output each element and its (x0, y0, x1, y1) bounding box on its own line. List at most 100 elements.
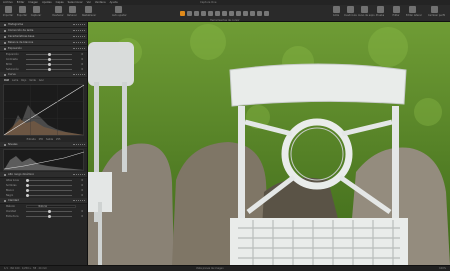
curve-graph[interactable] (3, 84, 85, 136)
highlights-slider[interactable] (26, 179, 72, 182)
reset-button[interactable]: Restablecer (82, 6, 96, 17)
tab-blue[interactable]: Azul (39, 79, 44, 82)
redo-button[interactable]: Rehacer (66, 6, 78, 17)
exposure-warning-button[interactable]: Aviso de expo. (358, 6, 375, 17)
zoom-level[interactable]: 100% (439, 267, 446, 270)
white-value[interactable]: 0 (82, 189, 83, 192)
levels-graph[interactable] (3, 150, 85, 170)
contrast-value[interactable]: 0 (82, 58, 83, 61)
spot-tool-icon[interactable] (215, 11, 220, 16)
slider-knob[interactable] (48, 215, 51, 218)
keystone-tool-icon[interactable] (208, 11, 213, 16)
section-curve-label: Curva (8, 73, 16, 76)
guides-button[interactable]: Cuadrícula (344, 6, 357, 17)
clarity-value[interactable]: 0 (82, 210, 83, 213)
slider-knob[interactable] (26, 189, 29, 192)
section-curve[interactable]: Curva (0, 72, 87, 78)
saturation-slider[interactable] (26, 68, 72, 71)
eraser-tool-icon[interactable] (229, 11, 234, 16)
curve-editor[interactable] (3, 84, 85, 136)
crop-tool-icon[interactable] (194, 11, 199, 16)
section-levels-label: Niveles (8, 143, 18, 146)
structure-slider[interactable] (26, 215, 72, 218)
section-options-icon[interactable] (73, 42, 85, 44)
slider-knob[interactable] (48, 53, 51, 56)
slider-knob[interactable] (48, 210, 51, 213)
section-options-icon[interactable] (73, 36, 85, 38)
curve-input-value[interactable]: 255 (39, 138, 43, 141)
edit-label: Editar (392, 14, 400, 17)
section-options-icon[interactable] (73, 174, 85, 176)
black-value[interactable]: 0 (82, 194, 83, 197)
black-slider[interactable] (26, 194, 72, 197)
curve-input-label: Entrada (26, 138, 36, 141)
brush-tool-icon[interactable] (222, 11, 227, 16)
profile-icon (430, 6, 438, 13)
highlights-value[interactable]: 0 (82, 179, 83, 182)
grid-button[interactable]: Grilla (330, 6, 342, 17)
shadows-slider[interactable] (26, 184, 72, 187)
white-label: Blanco (6, 189, 15, 192)
profile-button[interactable]: Cambiar perfil (428, 6, 445, 17)
auto-adjust-icon (114, 6, 122, 13)
structure-label: Estructura (6, 215, 19, 218)
edit-button[interactable]: Editar (390, 6, 402, 17)
section-options-icon[interactable] (73, 74, 85, 76)
tab-green[interactable]: Verde (29, 79, 36, 82)
slider-knob[interactable] (48, 58, 51, 61)
pan-tool-icon[interactable] (180, 11, 185, 16)
saturation-value[interactable]: 0 (82, 68, 83, 71)
section-options-icon[interactable] (73, 24, 85, 26)
method-value[interactable]: Natural (39, 205, 47, 208)
slider-knob[interactable] (26, 179, 29, 182)
section-options-icon[interactable] (73, 200, 85, 202)
annotate-tool-icon[interactable] (250, 11, 255, 16)
section-levels[interactable]: Niveles (0, 142, 87, 148)
slider-knob[interactable] (26, 184, 29, 187)
status-center: Vista previa de imagen (196, 267, 224, 270)
exposure-value[interactable]: 0 (82, 53, 83, 56)
undo-label: Deshacer (52, 14, 64, 17)
wb-tool-icon[interactable] (257, 11, 262, 16)
rotate-tool-icon[interactable] (201, 11, 206, 16)
capture-button[interactable]: Capturar (30, 6, 42, 17)
slider-knob[interactable] (48, 63, 51, 66)
gradient-tool-icon[interactable] (236, 11, 241, 16)
curve-output-value[interactable]: 255 (56, 138, 60, 141)
section-options-icon[interactable] (73, 144, 85, 146)
auto-adjust-button[interactable]: Auto ajustar (112, 6, 127, 17)
zoom-tool-icon[interactable] (187, 11, 192, 16)
exposure-slider[interactable] (26, 53, 72, 56)
image-viewer[interactable] (88, 22, 450, 265)
slider-knob[interactable] (26, 194, 29, 197)
color-tool-icon[interactable] (264, 11, 269, 16)
shadows-value[interactable]: 0 (82, 184, 83, 187)
export-label: Exportar (16, 14, 28, 17)
edit-side-label: Editar lateral (406, 14, 422, 17)
section-options-icon[interactable] (73, 48, 85, 50)
contrast-slider[interactable] (26, 58, 72, 61)
tab-rgb[interactable]: RGB (4, 79, 9, 82)
white-slider[interactable] (26, 189, 72, 192)
brightness-value[interactable]: 0 (82, 63, 83, 66)
structure-value[interactable]: 0 (82, 215, 83, 218)
curve-output-label: Salida (46, 138, 54, 141)
tab-luma[interactable]: Luma (12, 79, 18, 82)
picker-tool-icon[interactable] (243, 11, 248, 16)
edit-side-button[interactable]: Editar lateral (406, 6, 422, 17)
tab-red[interactable]: Rojo (21, 79, 26, 82)
levels-editor[interactable] (3, 149, 85, 171)
brightness-slider[interactable] (26, 63, 72, 66)
grid-icon (332, 6, 340, 13)
export-button[interactable]: Exportar (16, 6, 28, 17)
proof-button[interactable]: Prueba (374, 6, 386, 17)
section-exposure-label: Exposición (8, 47, 22, 50)
method-select[interactable] (26, 205, 76, 208)
slider-knob[interactable] (48, 68, 51, 71)
section-options-icon[interactable] (73, 30, 85, 32)
clarity-slider[interactable] (26, 210, 72, 213)
edit-side-icon (408, 6, 416, 13)
import-button[interactable]: Importar (2, 6, 14, 17)
redo-icon (68, 6, 76, 13)
undo-button[interactable]: Deshacer (52, 6, 64, 17)
